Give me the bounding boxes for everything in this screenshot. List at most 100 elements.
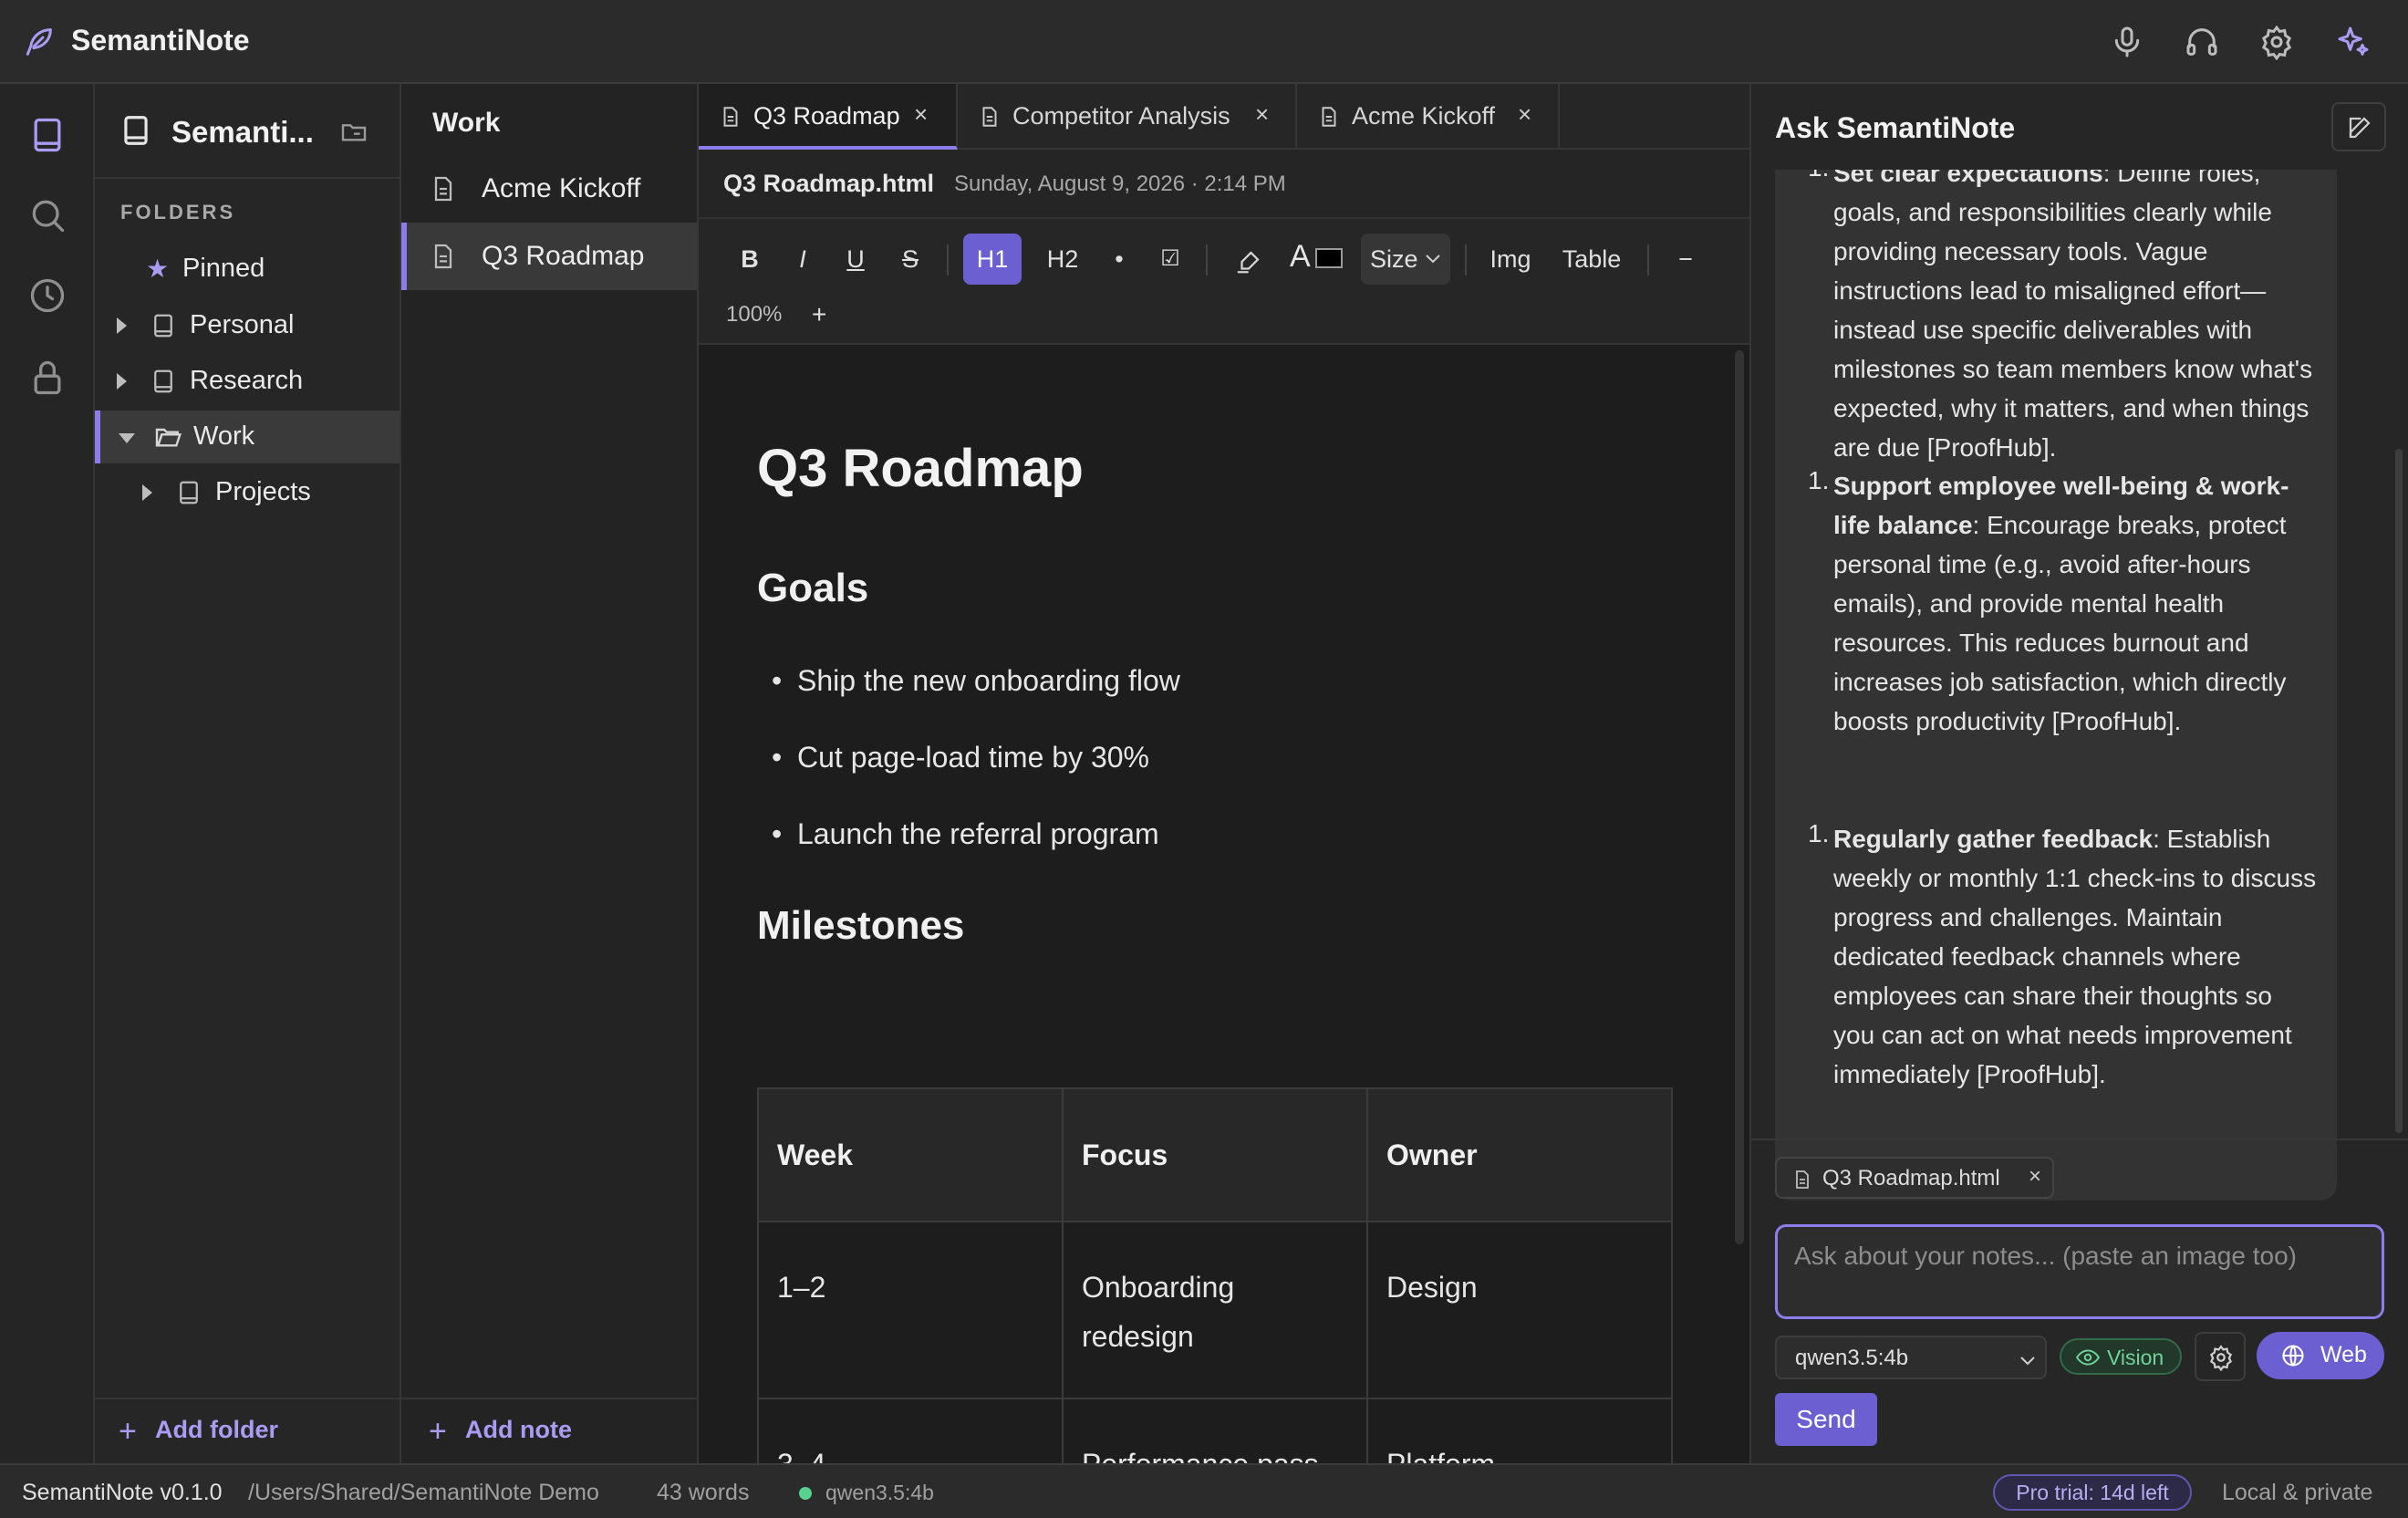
plus-icon: + [429,1414,447,1449]
close-tab-icon[interactable]: × [1518,100,1531,129]
send-button[interactable]: Send [1775,1393,1877,1446]
app-version: SemantiNote v0.1.0 [22,1480,223,1505]
text-color-swatch[interactable] [1315,248,1343,268]
list-number: 1. [1808,819,1830,847]
underline-button[interactable]: U [836,234,876,285]
caret-right-icon[interactable] [117,373,127,390]
add-folder-icon[interactable] [339,117,368,146]
notebook-title[interactable]: Semanti... [171,115,314,150]
font-size-label: Size [1370,245,1418,273]
italic-button[interactable]: I [784,234,821,285]
ask-header: Ask SemantiNote [1751,84,2408,170]
new-chat-button[interactable] [2331,102,2386,151]
search-icon[interactable] [27,195,67,235]
history-clock-icon[interactable] [27,276,67,316]
caret-right-icon[interactable] [142,484,152,501]
folders-footer: + Add folder [95,1398,400,1463]
answer-item-heading: Set clear expectations [1833,170,2103,187]
table-header-cell: Focus [1062,1087,1368,1222]
workspace-path: /Users/Shared/SemantiNote Demo [248,1480,599,1505]
vision-badge[interactable]: Vision [2060,1338,2182,1375]
table-cell: Design [1366,1221,1673,1399]
note-item-q3-roadmap[interactable]: Q3 Roadmap [401,223,697,290]
tab-competitor-analysis[interactable]: Competitor Analysis × [958,84,1297,150]
tab-label: Competitor Analysis [1012,102,1230,130]
zoom-in-button[interactable]: + [812,292,826,338]
milestones-heading: Milestones [757,903,965,948]
lock-icon[interactable] [27,358,67,398]
text-color-icon[interactable]: A [1290,239,1311,275]
model-select-value: qwen3.5:4b [1795,1346,1909,1370]
close-tab-icon[interactable]: × [1255,100,1269,129]
milestones-table: Week Focus Owner 1–2 Onboarding redesign… [757,1087,1673,1463]
left-icon-rail [0,84,95,1463]
tab-acme-kickoff[interactable]: Acme Kickoff × [1297,84,1560,150]
tab-label: Q3 Roadmap [753,102,900,130]
heading1-button[interactable]: H1 [963,234,1022,285]
zoom-out-button[interactable]: − [1667,234,1704,285]
model-select[interactable]: qwen3.5:4b [1775,1336,2047,1379]
toolbar-divider [1206,244,1208,276]
sparkle-ai-icon[interactable] [2335,24,2372,60]
table-cell: Performance pass [1062,1398,1368,1463]
note-item-acme-kickoff[interactable]: Acme Kickoff [401,155,697,223]
ask-input[interactable] [1775,1224,2384,1319]
toolbar-divider [1465,244,1467,276]
font-size-dropdown[interactable]: Size [1361,234,1450,285]
bullet-list-button[interactable]: • [1100,234,1138,285]
file-info-bar: Q3 Roadmap.html Sunday, August 9, 2026 ·… [699,150,1749,219]
caret-right-icon[interactable] [117,317,127,334]
heading2-button[interactable]: H2 [1033,234,1093,285]
insert-table-button[interactable]: Table [1552,234,1631,285]
caret-down-icon[interactable] [119,433,135,443]
pro-trial-badge[interactable]: Pro trial: 14d left [1993,1474,2192,1511]
status-bar: SemantiNote v0.1.0 /Users/Shared/Semanti… [0,1463,2408,1518]
add-note-button[interactable]: + Add note [429,1414,648,1452]
answer-item: Support employee well-being & work-life … [1833,466,2317,741]
folder-item-personal[interactable]: Personal [95,299,400,352]
folder-label: Work [193,421,255,451]
active-model: qwen3.5:4b [825,1481,934,1504]
strikethrough-button[interactable]: S [890,234,930,285]
document-icon [434,244,452,269]
checklist-button[interactable]: ☑ [1149,234,1191,285]
remove-attachment-icon[interactable]: × [2029,1164,2041,1190]
answer-item: Set clear expectations: Define roles, go… [1833,170,2317,467]
file-date: Sunday, August 9, 2026 · 2:14 PM [954,172,1286,196]
bold-button[interactable]: B [730,234,770,285]
folder-item-projects[interactable]: Projects [95,466,400,519]
table-header-cell: Owner [1366,1087,1673,1222]
format-toolbar: B I U S H1 H2 • ☑ A Size Img Table − 100… [699,219,1749,345]
notebook-nav-icon[interactable] [27,115,67,155]
answer-item: Regularly gather feedback: Establish wee… [1833,819,2317,1094]
model-settings-button[interactable] [2195,1332,2246,1381]
folder-item-research[interactable]: Research [95,355,400,408]
add-folder-button[interactable]: + Add folder [119,1414,356,1452]
highlighter-icon[interactable] [1233,248,1264,276]
web-search-toggle[interactable]: Web [2257,1332,2384,1379]
editor-scrollbar[interactable] [1735,350,1744,1244]
web-label: Web [2320,1342,2367,1367]
file-name: Q3 Roadmap.html [723,170,935,197]
note-label: Q3 Roadmap [482,241,645,271]
tab-q3-roadmap[interactable]: Q3 Roadmap × [699,84,958,150]
folder-item-pinned[interactable]: ★ Pinned [95,243,400,296]
list-number: 1. [1808,170,1829,182]
folder-item-work[interactable]: Work [95,411,400,463]
model-status-dot [799,1487,812,1500]
insert-image-button[interactable]: Img [1483,234,1538,285]
ask-scrollbar[interactable] [2395,449,2403,1133]
notes-panel: Work Acme Kickoff Q3 Roadmap + Add note [401,84,699,1463]
headphones-icon[interactable] [2184,24,2220,60]
toolbar-divider [947,244,949,276]
add-folder-label: Add folder [155,1416,278,1443]
notebook-icon [180,481,198,504]
microphone-icon[interactable] [2109,24,2145,60]
document-body[interactable]: Q3 Roadmap Goals Ship the new onboarding… [699,347,1729,1463]
table-cell: 3–4 [757,1398,1064,1463]
table-header-cell: Week [757,1087,1064,1222]
list-item: Ship the new onboarding flow [772,664,1180,698]
settings-gear-icon[interactable] [2258,24,2295,60]
zoom-level: 100% [726,302,783,327]
close-tab-icon[interactable]: × [914,100,928,129]
